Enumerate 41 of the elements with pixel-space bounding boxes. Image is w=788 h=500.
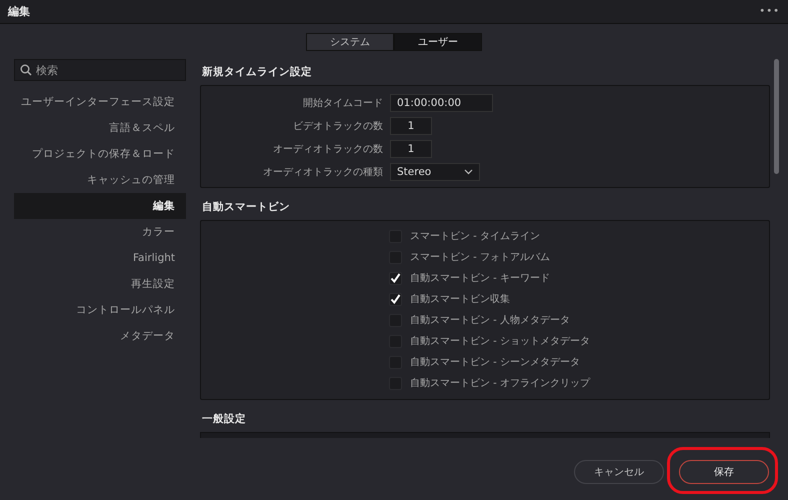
sidebar-item[interactable]: コントロールパネル bbox=[14, 297, 186, 323]
sidebar-item[interactable]: 再生設定 bbox=[14, 271, 186, 297]
sidebar-item[interactable]: メタデータ bbox=[14, 323, 186, 349]
dropdown[interactable]: Stereo bbox=[390, 163, 480, 181]
field-label: ビデオトラックの数 bbox=[292, 120, 383, 133]
sidebar-item[interactable]: 編集 bbox=[14, 193, 186, 219]
sidebar-item[interactable]: 言語＆スペル bbox=[14, 115, 186, 141]
sidebar-item[interactable]: ユーザーインターフェース設定 bbox=[14, 89, 186, 115]
checkbox-label: スマートビン - タイムライン bbox=[410, 230, 540, 243]
menu-icon[interactable]: ••• bbox=[759, 6, 780, 17]
search-field[interactable]: 検索 bbox=[14, 59, 186, 81]
tab[interactable]: システム bbox=[306, 33, 394, 51]
input-field[interactable]: 1 bbox=[390, 140, 432, 158]
field-label: オーディオトラックの種類 bbox=[262, 166, 383, 179]
chevron-icon bbox=[464, 169, 473, 175]
checkbox-label: 自動スマートビン - 人物メタデータ bbox=[410, 314, 570, 327]
checkbox-label: 自動スマートビン収集 bbox=[410, 292, 510, 306]
checkbox-label: 自動スマートビン - シーンメタデータ bbox=[410, 356, 580, 369]
checkbox-label: スマートビン - フォトアルバム bbox=[410, 251, 550, 264]
checkbox-label: 自動スマートビン - オフラインクリップ bbox=[410, 376, 590, 390]
input-field[interactable]: 01:00:00:00 bbox=[390, 94, 493, 112]
sidebar-item[interactable]: プロジェクトの保存＆ロード bbox=[14, 141, 186, 167]
section-title: 自動スマートビン bbox=[201, 200, 291, 215]
section-title: 新規タイムライン設定 bbox=[201, 64, 313, 80]
sidebar-item[interactable]: キャッシュの管理 bbox=[14, 167, 186, 193]
sidebar-item[interactable]: Fairlight bbox=[14, 245, 186, 271]
checkbox[interactable] bbox=[389, 272, 402, 284]
checkbox-label: 自動スマートビン - キーワード bbox=[410, 272, 550, 285]
field-label: 開始タイムコード bbox=[302, 97, 383, 110]
checkbox[interactable] bbox=[389, 292, 402, 306]
cancel-button[interactable]: キャンセル bbox=[574, 460, 664, 484]
save-button[interactable]: 保存 bbox=[679, 460, 769, 484]
search-icon bbox=[20, 64, 32, 76]
sidebar-item[interactable]: カラー bbox=[14, 219, 186, 245]
input-field[interactable]: 1 bbox=[390, 117, 432, 135]
checkbox-label: 自動スマートビン - ショットメタデータ bbox=[410, 335, 590, 348]
field-label: オーディオトラックの数 bbox=[272, 143, 383, 156]
section-title: 一般設定 bbox=[201, 412, 247, 427]
window-title: 編集 bbox=[8, 4, 30, 19]
tab[interactable]: ユーザー bbox=[394, 33, 482, 51]
scrollbar[interactable] bbox=[774, 59, 779, 174]
